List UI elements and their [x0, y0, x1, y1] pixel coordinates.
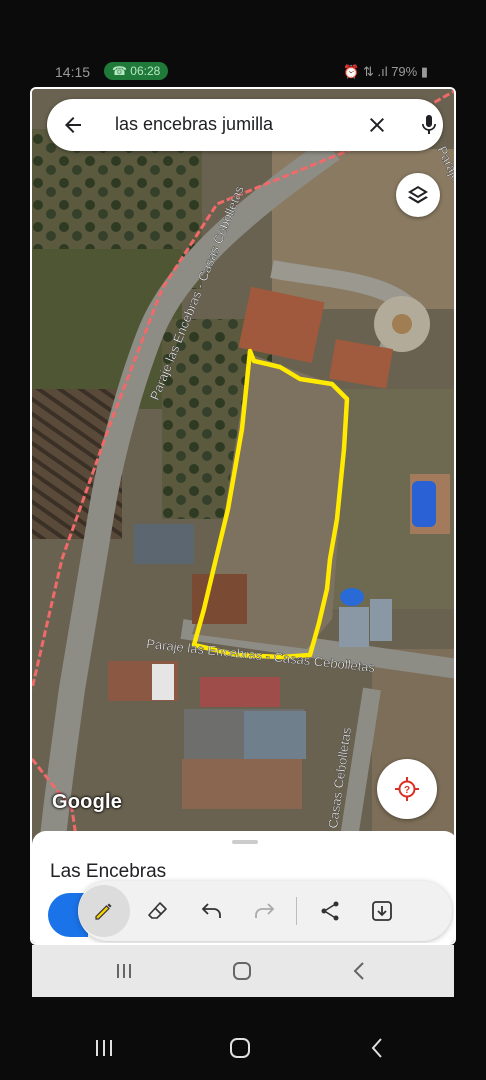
recents-icon: [117, 964, 131, 978]
screenshot-preview: Paraje las Encebras - Casas Cebolletas P…: [30, 87, 456, 945]
pen-tool-button[interactable]: [78, 885, 130, 937]
place-name: Las Encebras: [50, 861, 167, 882]
back-icon[interactable]: [366, 1036, 390, 1060]
share-icon: [321, 901, 339, 921]
undo-icon: [201, 903, 221, 918]
undo-button[interactable]: [186, 885, 238, 937]
redo-button[interactable]: [238, 885, 290, 937]
system-nav-bar: [0, 1010, 486, 1080]
google-attribution: Google: [52, 791, 123, 813]
home-icon: [233, 962, 251, 980]
recents-icon[interactable]: [92, 1036, 116, 1060]
satellite-map[interactable]: Paraje las Encebras - Casas Cebolletas P…: [32, 89, 456, 945]
layers-icon: [408, 186, 428, 204]
save-icon: [372, 901, 392, 921]
status-time: 14:15: [55, 64, 91, 80]
status-bar: 14:15 ☎ 06:28 ⏰ ⇅ .ıl 79% ▮: [0, 55, 486, 91]
location-crosshair-icon: ?: [395, 777, 419, 801]
sheet-drag-handle[interactable]: [232, 840, 258, 844]
search-bar[interactable]: las encebras jumilla: [47, 99, 443, 151]
battery-level: 79%: [391, 64, 418, 79]
eraser-icon: [148, 902, 167, 919]
call-timer-badge[interactable]: ☎ 06:28: [104, 62, 169, 80]
share-button[interactable]: [304, 885, 356, 937]
save-button[interactable]: [356, 885, 408, 937]
call-timer: 06:28: [130, 64, 161, 78]
close-icon[interactable]: [365, 113, 389, 137]
status-icons: ⏰ ⇅ .ıl 79% ▮: [343, 64, 428, 79]
layers-button[interactable]: [396, 173, 440, 217]
my-location-button[interactable]: ?: [377, 759, 437, 819]
markup-toolbar: [78, 881, 452, 941]
back-icon: [353, 962, 364, 980]
toolbar-divider: [296, 897, 297, 925]
redo-icon: [255, 903, 275, 918]
captured-nav-bar: [32, 945, 454, 997]
home-icon[interactable]: [228, 1036, 252, 1060]
eraser-tool-button[interactable]: [132, 885, 184, 937]
svg-text:?: ?: [404, 785, 410, 796]
search-input[interactable]: las encebras jumilla: [115, 114, 273, 135]
back-arrow-icon[interactable]: [61, 113, 85, 137]
pen-icon: [95, 903, 112, 920]
microphone-icon[interactable]: [417, 112, 441, 138]
